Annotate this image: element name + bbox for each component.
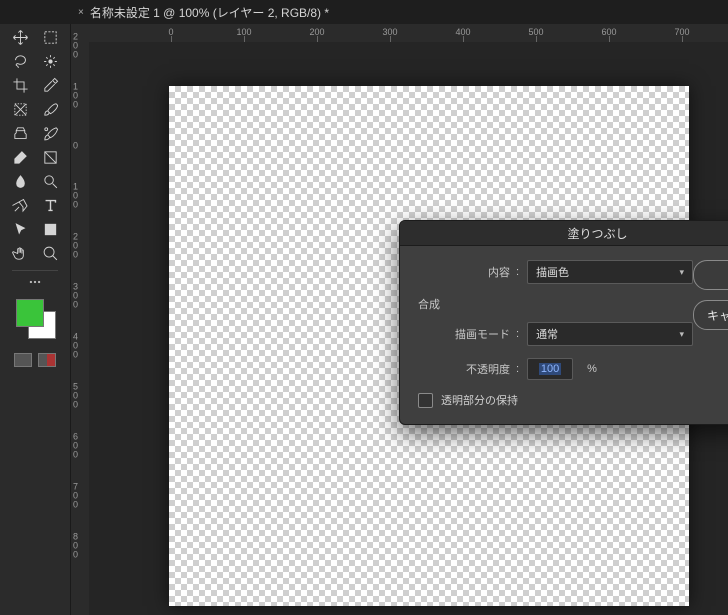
quick-select-tool[interactable]: [37, 50, 63, 72]
content-select[interactable]: 描画色 ▾: [527, 260, 693, 284]
paint-bucket-tool[interactable]: [37, 146, 63, 168]
eraser-tool[interactable]: [7, 146, 33, 168]
frame-tool[interactable]: [7, 98, 33, 120]
brush-tool[interactable]: [37, 98, 63, 120]
ruler-horizontal[interactable]: 0 100 200 300 400 500 600 700: [89, 24, 728, 43]
ok-button[interactable]: OK: [693, 260, 728, 290]
preserve-transparency-checkbox[interactable]: 透明部分の保持: [418, 392, 693, 408]
close-tab-icon[interactable]: ×: [78, 7, 84, 18]
pen-tool[interactable]: [7, 194, 33, 216]
dodge-tool[interactable]: [37, 170, 63, 192]
content-value: 描画色: [536, 264, 569, 280]
document-tab-bar: × 名称未設定 1 @ 100% (レイヤー 2, RGB/8) *: [0, 0, 728, 24]
path-select-tool[interactable]: [7, 218, 33, 240]
crop-tool[interactable]: [7, 74, 33, 96]
preserve-transparency-label: 透明部分の保持: [441, 392, 518, 408]
fill-dialog: 塗りつぶし 内容 : 描画色 ▾ 合成 描画モード: [399, 220, 728, 425]
color-swatches[interactable]: [14, 297, 56, 339]
hand-tool[interactable]: [7, 242, 33, 264]
edit-toolbar-icon[interactable]: [28, 275, 42, 289]
document-title: 名称未設定 1 @ 100% (レイヤー 2, RGB/8) *: [90, 4, 329, 21]
checkbox-icon: [418, 393, 433, 408]
opacity-input[interactable]: 100: [527, 358, 573, 380]
history-brush-tool[interactable]: [37, 122, 63, 144]
opacity-label: 不透明度: [414, 361, 516, 377]
mode-label: 描画モード: [414, 326, 516, 342]
chevron-down-icon: ▾: [679, 267, 684, 278]
quick-mask-icon[interactable]: [38, 353, 56, 367]
chevron-down-icon: ▾: [679, 329, 684, 340]
cancel-button[interactable]: キャンセル: [693, 300, 728, 330]
opacity-value: 100: [539, 363, 561, 375]
dialog-title: 塗りつぶし: [400, 221, 728, 246]
screen-mode-icon[interactable]: [14, 353, 32, 367]
content-label: 内容: [414, 264, 516, 280]
shape-tool[interactable]: [37, 218, 63, 240]
mode-select[interactable]: 通常 ▾: [527, 322, 693, 346]
tool-panel: [0, 24, 71, 615]
ruler-v-tick: 200: [73, 33, 78, 60]
opacity-unit: %: [587, 363, 597, 375]
foreground-color-swatch[interactable]: [16, 299, 44, 327]
document-tab[interactable]: × 名称未設定 1 @ 100% (レイヤー 2, RGB/8) *: [78, 4, 329, 21]
type-tool[interactable]: [37, 194, 63, 216]
compositing-group-label: 合成: [418, 296, 693, 312]
clone-tool[interactable]: [7, 122, 33, 144]
mode-value: 通常: [536, 326, 558, 342]
blur-tool[interactable]: [7, 170, 33, 192]
lasso-tool[interactable]: [7, 50, 33, 72]
marquee-tool[interactable]: [37, 26, 63, 48]
move-tool[interactable]: [7, 26, 33, 48]
zoom-tool[interactable]: [37, 242, 63, 264]
document-area: 0 100 200 300 400 500 600 700 200 100 0 …: [71, 24, 728, 615]
ruler-vertical[interactable]: 200 100 0 100 200 300 400 500 600 700 80…: [71, 42, 90, 615]
eyedropper-tool[interactable]: [37, 74, 63, 96]
